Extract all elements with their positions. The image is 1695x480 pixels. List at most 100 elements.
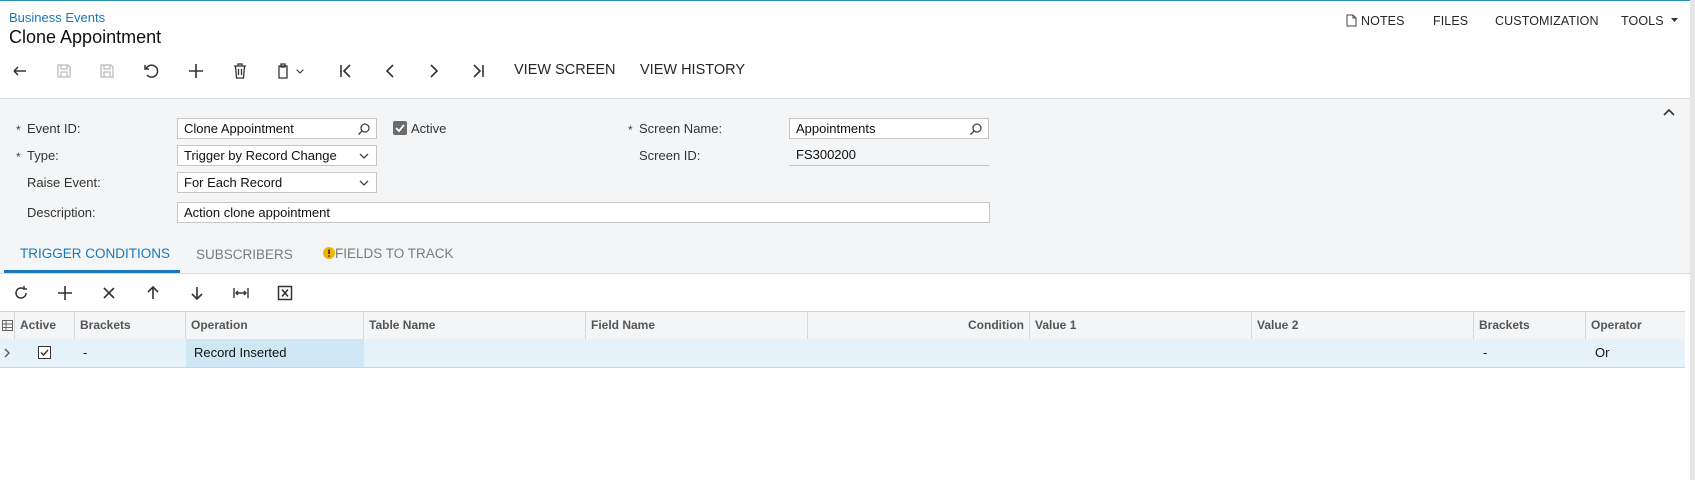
copy-paste-dropdown[interactable] bbox=[292, 56, 308, 86]
chevron-right-icon bbox=[4, 348, 10, 358]
column-header-field-name[interactable]: Field Name bbox=[586, 312, 808, 339]
previous-record-button[interactable] bbox=[375, 56, 405, 86]
cell-operator[interactable]: Or bbox=[1586, 339, 1685, 367]
notes-link[interactable]: NOTES bbox=[1346, 14, 1405, 28]
raise-event-value: For Each Record bbox=[184, 175, 283, 190]
collapse-form-button[interactable] bbox=[1662, 104, 1676, 122]
save-close-icon bbox=[57, 64, 71, 78]
column-header-operator[interactable]: Operator bbox=[1586, 312, 1685, 339]
tab-divider bbox=[0, 273, 1690, 274]
column-header-operation[interactable]: Operation bbox=[186, 312, 364, 339]
save-close-button[interactable] bbox=[49, 56, 79, 86]
required-marker: * bbox=[628, 123, 633, 137]
column-header-brackets-close[interactable]: Brackets bbox=[1474, 312, 1586, 339]
tab-trigger-conditions[interactable]: TRIGGER CONDITIONS bbox=[20, 246, 170, 261]
save-button[interactable] bbox=[92, 56, 122, 86]
cell-field-name[interactable] bbox=[586, 339, 808, 367]
type-select[interactable]: Trigger by Record Change bbox=[177, 145, 377, 166]
last-icon bbox=[473, 64, 484, 78]
required-marker: * bbox=[16, 123, 21, 137]
breadcrumb[interactable]: Business Events bbox=[9, 10, 105, 25]
table-row[interactable]: - Record Inserted - Or bbox=[0, 339, 1685, 368]
required-marker: * bbox=[16, 150, 21, 164]
tools-menu[interactable]: TOOLS bbox=[1621, 14, 1679, 28]
view-screen-button[interactable]: VIEW SCREEN bbox=[514, 62, 616, 78]
cell-value1[interactable] bbox=[1030, 339, 1252, 367]
column-header-table-name[interactable]: Table Name bbox=[364, 312, 586, 339]
chevron-right-icon bbox=[430, 64, 439, 78]
cell-brackets-open[interactable]: - bbox=[75, 339, 186, 367]
trash-icon bbox=[234, 63, 246, 79]
plus-icon bbox=[189, 64, 203, 78]
raise-event-select[interactable]: For Each Record bbox=[177, 172, 377, 193]
grid-move-down-button[interactable] bbox=[182, 280, 212, 306]
column-header-brackets-open[interactable]: Brackets bbox=[75, 312, 186, 339]
checkmark-icon bbox=[395, 124, 405, 133]
save-icon bbox=[100, 64, 114, 78]
active-checkbox[interactable] bbox=[393, 121, 407, 135]
grid-delete-row-button[interactable] bbox=[94, 280, 124, 306]
refresh-icon bbox=[15, 286, 27, 299]
tab-subscribers[interactable]: SUBSCRIBERS bbox=[196, 247, 293, 262]
raise-event-label: Raise Event: bbox=[27, 175, 101, 190]
screen-id-field: FS300200 bbox=[789, 145, 989, 166]
first-icon bbox=[340, 64, 351, 78]
screen-id-label: Screen ID: bbox=[639, 148, 701, 163]
column-header-active[interactable]: Active bbox=[15, 312, 75, 339]
chevron-up-icon bbox=[1663, 108, 1675, 116]
cell-table-name[interactable] bbox=[364, 339, 586, 367]
cancel-button[interactable] bbox=[136, 56, 166, 86]
active-tab-indicator bbox=[4, 270, 180, 273]
cell-condition[interactable] bbox=[808, 339, 1030, 367]
cell-value2[interactable] bbox=[1252, 339, 1474, 367]
delete-button[interactable] bbox=[225, 56, 255, 86]
cell-brackets-close[interactable]: - bbox=[1474, 339, 1586, 367]
last-record-button[interactable] bbox=[463, 56, 493, 86]
grid-settings-cell[interactable] bbox=[0, 312, 15, 339]
page-title: Clone Appointment bbox=[9, 27, 162, 47]
chevron-left-icon bbox=[385, 64, 394, 78]
fit-width-icon bbox=[233, 288, 249, 298]
excel-icon bbox=[277, 285, 293, 301]
top-accent-line bbox=[0, 0, 1695, 1]
screen-id-value: FS300200 bbox=[796, 147, 856, 162]
grid-move-up-button[interactable] bbox=[138, 280, 168, 306]
event-id-field[interactable]: Clone Appointment bbox=[177, 118, 377, 139]
grid-add-row-button[interactable] bbox=[50, 280, 80, 306]
cell-operation[interactable]: Record Inserted bbox=[186, 339, 364, 367]
chevron-down-icon bbox=[359, 180, 369, 186]
plus-icon bbox=[58, 286, 72, 300]
customization-link[interactable]: CUSTOMIZATION bbox=[1495, 14, 1599, 28]
grid-fit-columns-button[interactable] bbox=[226, 280, 256, 306]
row-active-checkbox[interactable] bbox=[15, 339, 75, 367]
next-record-button[interactable] bbox=[419, 56, 449, 86]
files-link[interactable]: FILES bbox=[1433, 14, 1468, 28]
caret-down-icon bbox=[1671, 18, 1679, 22]
tools-label: TOOLS bbox=[1621, 14, 1664, 28]
search-icon[interactable] bbox=[357, 122, 371, 136]
undo-arrow-icon bbox=[13, 66, 26, 76]
first-record-button[interactable] bbox=[331, 56, 361, 86]
tab-fields-to-track[interactable]: FIELDS TO TRACK bbox=[323, 246, 454, 261]
page-scrollbar[interactable] bbox=[1690, 0, 1695, 480]
add-button[interactable] bbox=[181, 56, 211, 86]
screen-name-label: Screen Name: bbox=[639, 121, 723, 136]
grid-refresh-button[interactable] bbox=[6, 280, 36, 306]
chevron-down-icon bbox=[296, 69, 304, 74]
screen-name-field[interactable]: Appointments bbox=[789, 118, 989, 139]
column-header-condition[interactable]: Condition bbox=[808, 312, 1030, 339]
description-value: Action clone appointment bbox=[184, 205, 330, 220]
description-field[interactable]: Action clone appointment bbox=[177, 202, 990, 223]
search-icon[interactable] bbox=[969, 122, 983, 136]
row-selector[interactable] bbox=[0, 339, 15, 367]
column-header-value2[interactable]: Value 2 bbox=[1252, 312, 1474, 339]
warning-icon bbox=[323, 247, 335, 259]
arrow-up-icon bbox=[147, 285, 159, 299]
back-button[interactable] bbox=[5, 56, 35, 86]
close-icon bbox=[103, 287, 115, 299]
grid-export-excel-button[interactable] bbox=[270, 280, 300, 306]
view-history-button[interactable]: VIEW HISTORY bbox=[640, 62, 745, 78]
column-header-value1[interactable]: Value 1 bbox=[1030, 312, 1252, 339]
type-label: Type: bbox=[27, 148, 59, 163]
grid-settings-icon bbox=[2, 320, 13, 331]
